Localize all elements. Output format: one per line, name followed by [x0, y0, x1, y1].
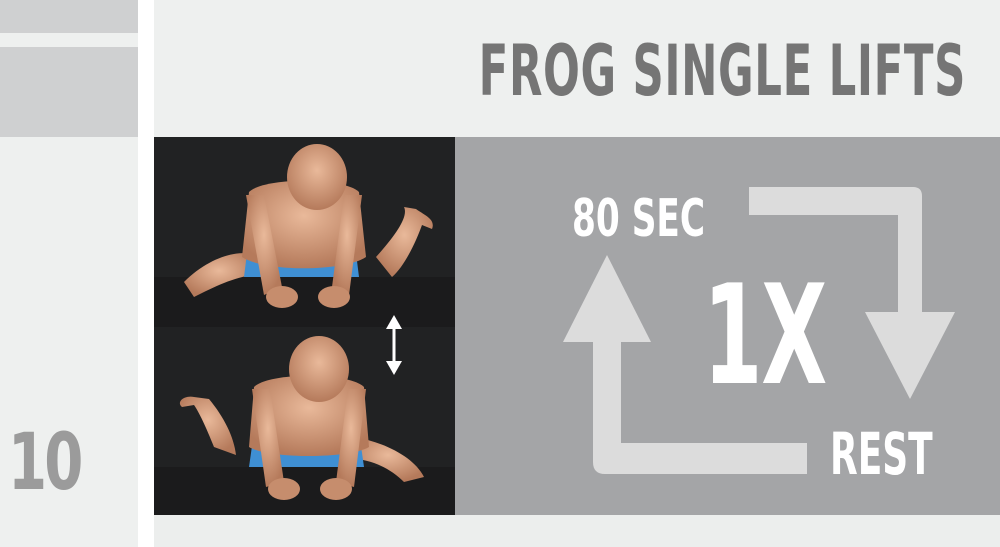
rounds-label: 1X [703, 255, 827, 416]
exercise-photo-illustration [154, 144, 455, 515]
title-area: FROG SINGLE LIFTS [154, 0, 1000, 137]
sidebar-top-block [0, 0, 138, 33]
rest-label: REST [830, 420, 933, 488]
exercise-title: FROG SINGLE LIFTS [478, 30, 966, 112]
duration-label: 80 SEC [572, 189, 706, 249]
sidebar-accent-block [0, 47, 138, 137]
exercise-photo [154, 137, 455, 515]
exercise-number: 10 [8, 418, 83, 508]
cycle-panel: 80 SEC 1X REST [455, 137, 1000, 515]
vertical-divider [138, 0, 154, 547]
bottom-band [154, 515, 1000, 547]
